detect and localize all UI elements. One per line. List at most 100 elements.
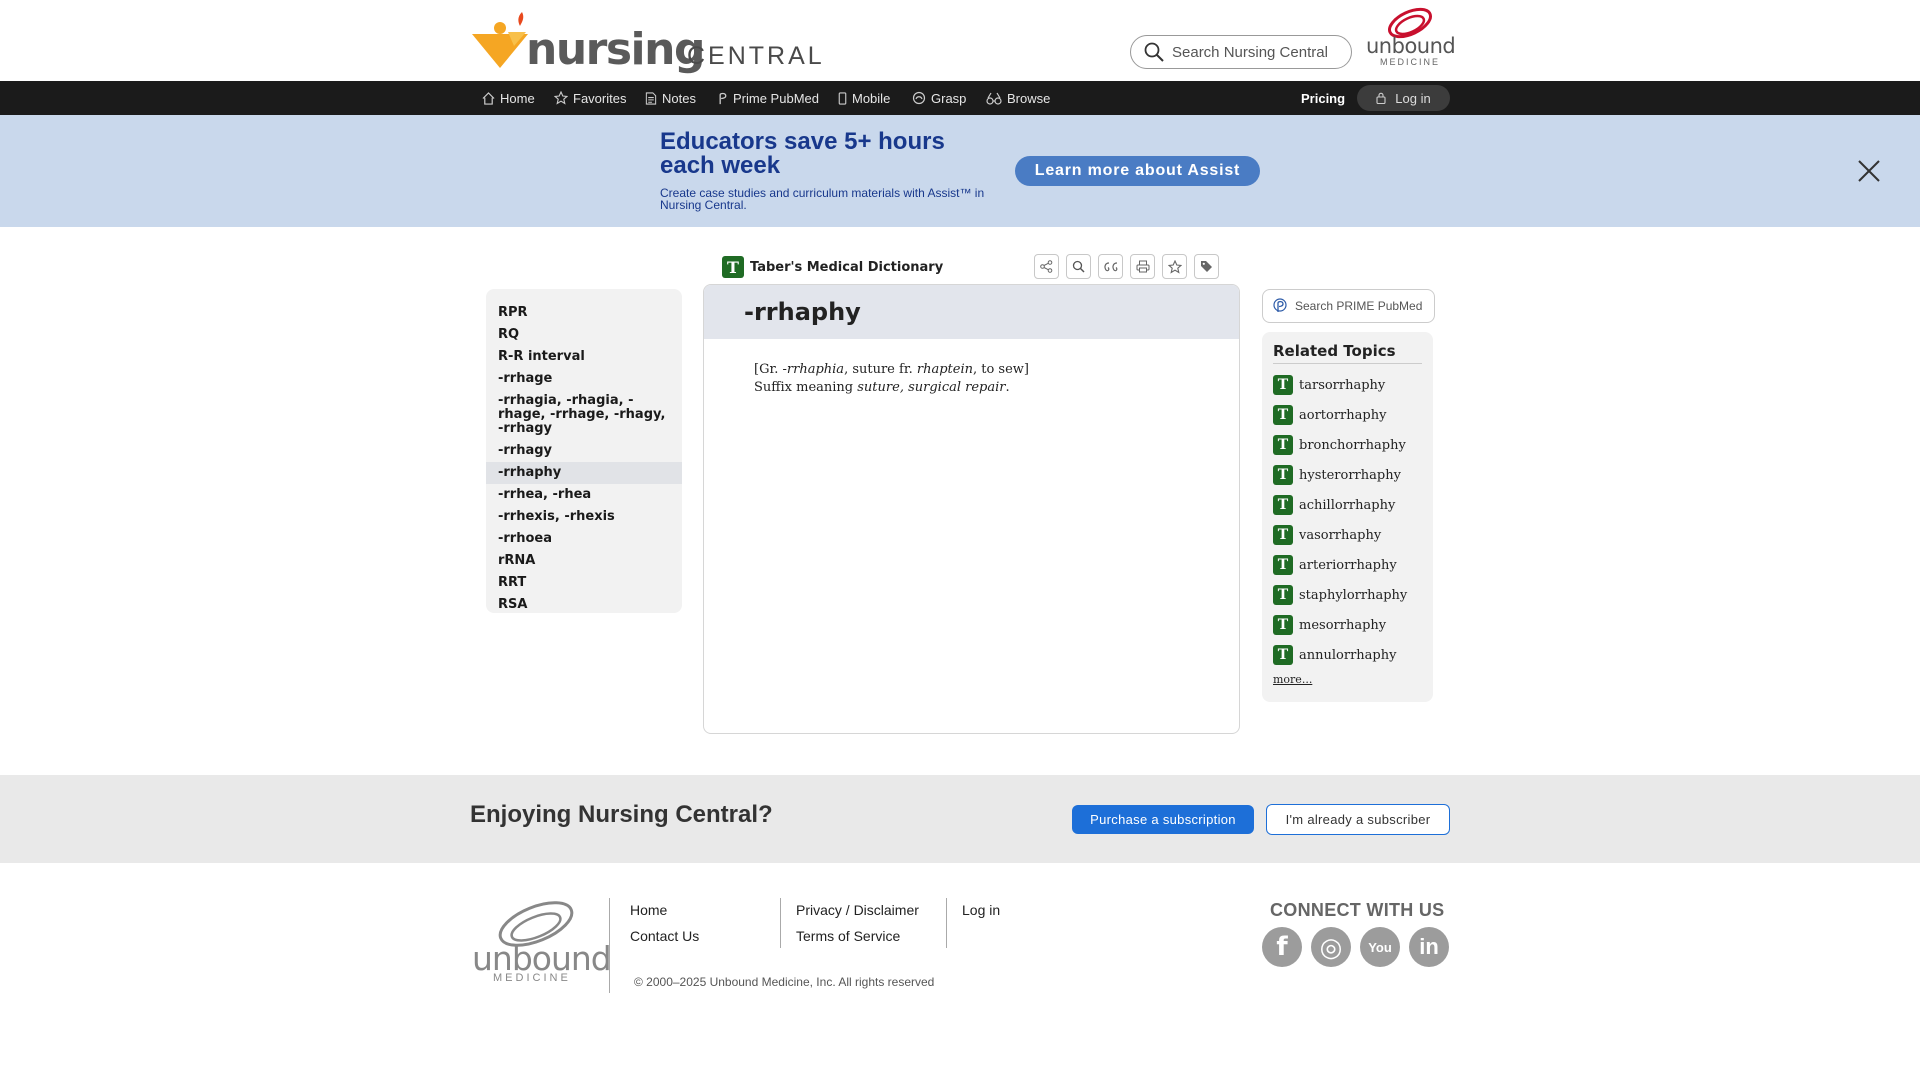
list-item[interactable]: RQ — [486, 324, 682, 346]
print-icon — [1136, 260, 1149, 273]
list-item[interactable]: -rrhexis, -rhexis — [486, 506, 682, 528]
list-item[interactable]: -rrhagia, -rhagia, -rhage, -rrhage, -rha… — [486, 390, 682, 440]
login-button[interactable]: Log in — [1357, 85, 1450, 111]
nav-grasp[interactable]: Grasp — [912, 81, 966, 115]
list-item[interactable]: -rrhoea — [486, 528, 682, 550]
purchase-subscription-button[interactable]: Purchase a subscription — [1072, 805, 1254, 834]
nav-mobile[interactable]: Mobile — [838, 81, 890, 115]
list-item[interactable]: -rrhage — [486, 368, 682, 390]
nav-notes[interactable]: Notes — [645, 81, 696, 115]
footer-divider — [780, 898, 781, 948]
definition-prefix: Suffix meaning — [754, 380, 858, 395]
pubmed-search-button[interactable]: Search PRIME PubMed — [1262, 289, 1435, 323]
nav-mobile-label: Mobile — [852, 90, 891, 106]
nav-pricing[interactable]: Pricing — [1301, 81, 1345, 115]
nav-home[interactable]: Home — [482, 81, 535, 115]
lock-icon — [1376, 92, 1386, 104]
etymology-close: , to sew] — [972, 362, 1029, 377]
site-search[interactable] — [1130, 35, 1352, 69]
youtube-icon[interactable]: You — [1360, 927, 1400, 967]
nav-favorites[interactable]: Favorites — [554, 81, 626, 115]
related-topic[interactable]: Tarteriorrhaphy — [1273, 550, 1422, 580]
already-subscriber-button[interactable]: I'm already a subscriber — [1266, 804, 1450, 835]
footer-login-link[interactable]: Log in — [962, 897, 1000, 923]
nav-home-label: Home — [500, 90, 535, 106]
list-item[interactable]: RSA — [486, 594, 682, 616]
related-topic[interactable]: Tmesorrhaphy — [1273, 610, 1422, 640]
list-item[interactable]: RPR — [486, 302, 682, 324]
site-search-input[interactable] — [1172, 43, 1342, 61]
tabers-book-icon: T — [722, 256, 744, 278]
related-topic[interactable]: Taortorrhaphy — [1273, 400, 1422, 430]
pubmed-icon — [1273, 298, 1287, 312]
related-topic[interactable]: Tachillorrhaphy — [1273, 490, 1422, 520]
list-item[interactable]: rRNA — [486, 550, 682, 572]
list-item-active[interactable]: -rrhaphy — [486, 462, 682, 484]
close-icon[interactable] — [1857, 159, 1881, 183]
list-item[interactable]: -rrhagy — [486, 440, 682, 462]
tabers-book-icon: T — [1273, 465, 1293, 485]
nav-prime-pubmed[interactable]: Prime PubMed — [717, 81, 819, 115]
related-topic[interactable]: Tstaphylorrhaphy — [1273, 580, 1422, 610]
instagram-icon[interactable]: ◎ — [1311, 927, 1351, 967]
entry-title: -rrhaphy — [744, 298, 861, 326]
nav-prime-pubmed-label: Prime PubMed — [733, 90, 819, 106]
tabers-book-icon: T — [1273, 615, 1293, 635]
entry-header: -rrhaphy — [704, 285, 1239, 339]
entry-definition: Suffix meaning suture, surgical repair. — [754, 379, 1239, 397]
more-related-link[interactable]: more... — [1273, 673, 1312, 686]
footer-links-col2: Privacy / Disclaimer Terms of Service — [796, 897, 919, 949]
etymology-term: -rrhaphia — [782, 362, 845, 377]
footer-privacy-link[interactable]: Privacy / Disclaimer — [796, 897, 919, 923]
book-title[interactable]: T Taber's Medical Dictionary — [722, 255, 943, 279]
subscribe-title: Enjoying Nursing Central? — [470, 801, 773, 828]
pubmed-icon — [719, 92, 727, 104]
favorite-button[interactable] — [1162, 254, 1187, 279]
footer-divider — [609, 898, 610, 993]
related-topic-label: annulorrhaphy — [1299, 647, 1397, 663]
footer-unbound-logo[interactable]: unbound MEDICINE — [470, 900, 612, 990]
footer-contact-link[interactable]: Contact Us — [630, 923, 699, 949]
list-item[interactable]: RRT — [486, 572, 682, 594]
etymology-mid: , suture fr. — [844, 362, 917, 377]
facebook-icon[interactable]: f — [1262, 927, 1302, 967]
tabers-book-icon: T — [1273, 495, 1293, 515]
notes-icon — [645, 91, 657, 105]
learn-more-assist-button[interactable]: Learn more about Assist — [1015, 156, 1260, 186]
share-icon — [1040, 260, 1053, 273]
nav-favorites-label: Favorites — [573, 90, 627, 106]
connect-heading: CONNECT WITH US — [1270, 900, 1445, 920]
print-button[interactable] — [1130, 254, 1155, 279]
nav-browse[interactable]: Browse — [986, 81, 1050, 115]
tabers-book-icon: T — [1273, 435, 1293, 455]
entry-etymology: [Gr. -rrhaphia, suture fr. rhaptein, to … — [754, 361, 1239, 379]
star-icon — [554, 91, 568, 105]
mobile-icon — [838, 91, 847, 105]
related-topic[interactable]: Tvasorrhaphy — [1273, 520, 1422, 550]
related-topic[interactable]: Thysterorrhaphy — [1273, 460, 1422, 490]
tag-button[interactable] — [1194, 254, 1219, 279]
footer-terms-link[interactable]: Terms of Service — [796, 923, 919, 949]
cite-button[interactable] — [1098, 254, 1123, 279]
footer-home-link[interactable]: Home — [630, 897, 699, 923]
copyright: © 2000–2025 Unbound Medicine, Inc. All r… — [634, 975, 935, 989]
related-topic-label: hysterorrhaphy — [1299, 467, 1401, 483]
related-topic-label: arteriorrhaphy — [1299, 557, 1397, 573]
nursing-central-logo[interactable]: nursing CENTRAL — [470, 10, 830, 75]
list-item[interactable]: -rrhea, -rhea — [486, 484, 682, 506]
unbound-medicine-logo[interactable]: unbound MEDICINE — [1366, 6, 1456, 68]
search-in-book-button[interactable] — [1066, 254, 1091, 279]
linkedin-icon[interactable]: in — [1409, 927, 1449, 967]
related-topic[interactable]: Tbronchorrhaphy — [1273, 430, 1422, 460]
nav-grasp-label: Grasp — [931, 90, 967, 106]
related-topic[interactable]: Ttarsorrhaphy — [1273, 370, 1422, 400]
related-topic[interactable]: Tannulorrhaphy — [1273, 640, 1422, 670]
footer-divider — [946, 898, 947, 948]
grasp-icon — [912, 91, 926, 105]
share-button[interactable] — [1034, 254, 1059, 279]
home-icon — [482, 91, 495, 105]
list-item[interactable]: R-R interval — [486, 346, 682, 368]
unbound-medicine-label: MEDICINE — [1380, 57, 1441, 67]
related-topic-label: bronchorrhaphy — [1299, 437, 1406, 453]
promo-banner: Educators save 5+ hours each week Create… — [0, 115, 1920, 227]
